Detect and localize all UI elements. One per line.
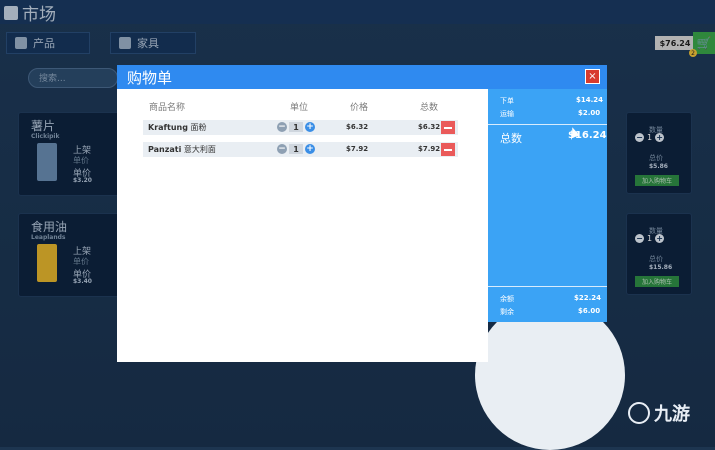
shipping-value: $2.00 [578,109,601,117]
balance-label: 余额 [500,295,514,303]
minus-icon [444,148,452,151]
remaining-value: $6.00 [578,307,601,315]
decorative-circle [475,300,625,450]
total-label: 总数 [500,132,522,145]
cart-item-row: Panzati 意大利面 − 1 + $7.92 $7.92 [143,142,458,157]
item-total: $7.92 [418,145,441,153]
item-price: $6.32 [346,123,369,131]
watermark-logo-icon [628,402,650,424]
item-total: $6.32 [418,123,441,131]
watermark-text: 九游 [654,404,690,425]
divider [488,124,607,125]
order-value: $14.24 [576,96,604,104]
balance-value: $22.24 [574,294,602,302]
modal-title: 购物单 [127,69,173,87]
order-label: 下单 [500,97,514,105]
modal-header: 购物单 [117,65,607,89]
close-button[interactable]: × [585,69,600,84]
item-name: Kraftung 面粉 [148,122,207,133]
qty-value: 1 [289,144,303,154]
header-unit: 单位 [290,103,309,113]
item-name: Panzati 意大利面 [148,144,216,155]
qty-stepper[interactable]: − 1 + [277,144,315,154]
item-product: 面粉 [190,123,207,132]
remaining-label: 剩余 [500,308,514,316]
remove-item-button[interactable] [441,143,455,156]
qty-value: 1 [289,122,303,132]
minus-icon[interactable]: − [277,122,287,132]
divider [488,286,607,287]
plus-icon[interactable]: + [305,122,315,132]
minus-icon [444,126,452,129]
item-brand: Panzati [148,145,182,154]
watermark: 九游 [628,400,690,426]
item-brand: Kraftung [148,123,188,132]
item-product: 意大利面 [183,145,216,154]
minus-icon[interactable]: − [277,144,287,154]
header-price: 价格 [350,103,369,113]
plus-icon[interactable]: + [305,144,315,154]
cart-item-row: Kraftung 面粉 − 1 + $6.32 $6.32 [143,120,458,135]
item-price: $7.92 [346,145,369,153]
header-total: 总数 [420,103,439,113]
header-product-name: 商品名称 [149,103,186,113]
remove-item-button[interactable] [441,121,455,134]
shipping-label: 运输 [500,110,514,118]
qty-stepper[interactable]: − 1 + [277,122,315,132]
order-summary-panel: 下单 $14.24 运输 $2.00 总数 $16.24 余额 $22.24 剩… [488,89,607,322]
